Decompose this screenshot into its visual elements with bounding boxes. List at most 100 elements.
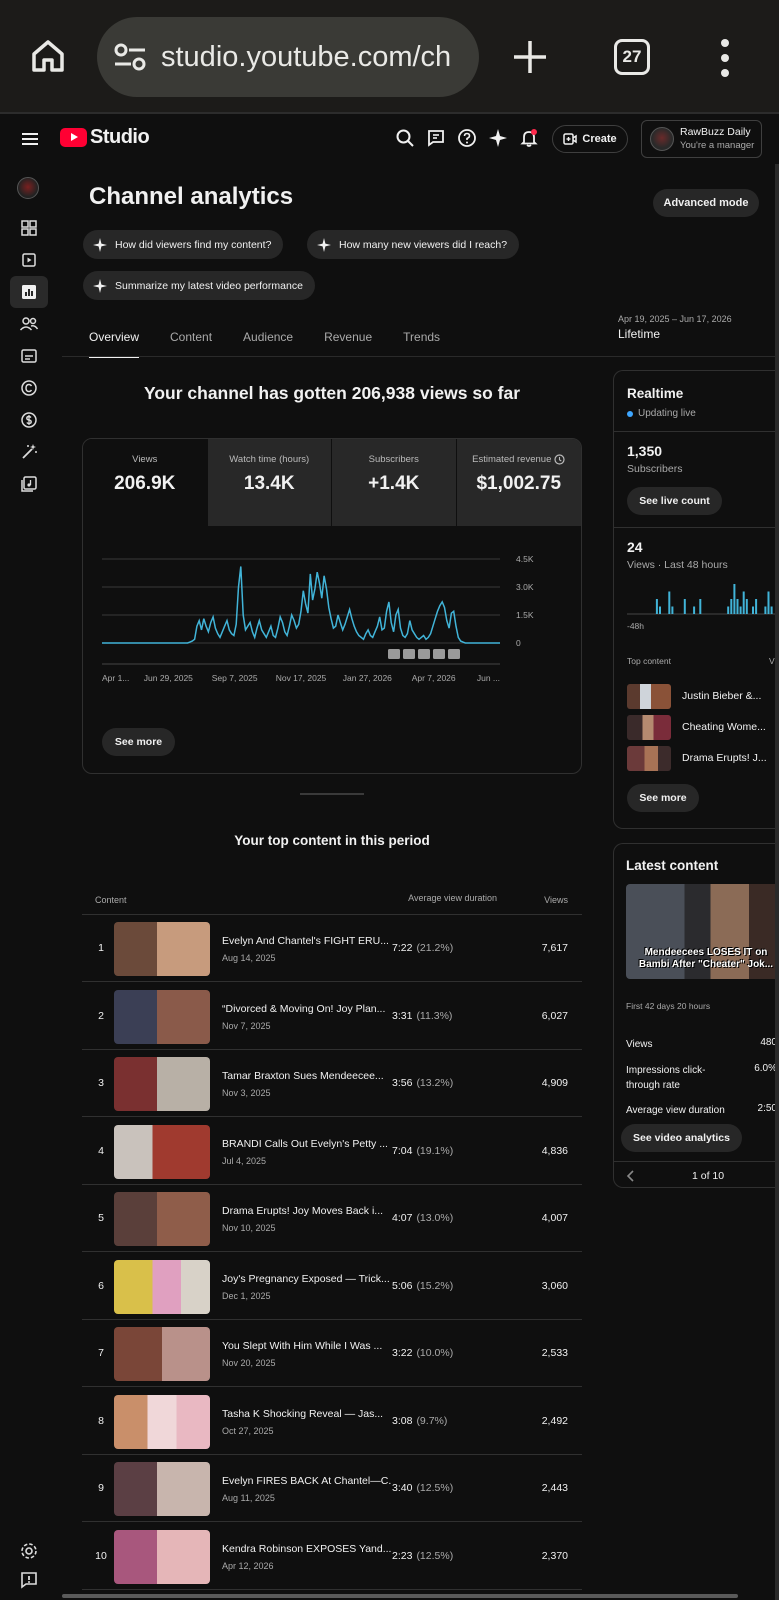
nav-dashboard-icon[interactable] xyxy=(10,212,48,244)
realtime-bar[interactable] xyxy=(655,599,658,614)
table-row[interactable]: 8 Tasha K Shocking Reveal — Jas... Oct 27,… xyxy=(82,1388,582,1455)
vertical-scrollbar[interactable] xyxy=(775,164,779,1600)
settings-icon[interactable] xyxy=(19,1541,39,1561)
see-more-button[interactable]: See more xyxy=(102,728,175,756)
views-line-chart[interactable]: 4.5K 3.0K 1.5K 0 Apr 1... Jun 29, 2025 Sep 7, … xyxy=(83,549,581,689)
studio-logo[interactable]: Studio xyxy=(60,126,150,149)
account-switcher[interactable]: RawBuzz Daily You're a manager xyxy=(641,120,762,158)
video-title[interactable]: Kendra Robinson EXPOSES Yand... xyxy=(222,1543,392,1555)
metric-tab-views[interactable]: Views 206.9K xyxy=(83,439,208,526)
horizontal-scrollbar[interactable] xyxy=(62,1594,738,1598)
video-title[interactable]: You Slept With Him While I Was ... xyxy=(222,1340,392,1352)
video-title[interactable]: Joy's Pregnancy Exposed — Trick... xyxy=(222,1273,392,1285)
ask-chip-new-viewers[interactable]: How many new viewers did I reach? xyxy=(307,230,520,259)
video-published-marker[interactable] xyxy=(433,649,445,659)
realtime-bar[interactable] xyxy=(668,591,671,615)
notifications-icon[interactable] xyxy=(519,128,539,148)
realtime-top-item[interactable]: Justin Bieber &... xyxy=(627,684,779,709)
video-title[interactable]: Tasha K Shocking Reveal — Jas... xyxy=(222,1408,392,1420)
table-row[interactable]: 4 BRANDI Calls Out Evelyn's Petty ... Jul … xyxy=(82,1118,582,1185)
col-views[interactable]: Views xyxy=(544,895,568,905)
video-thumbnail[interactable] xyxy=(114,1462,210,1516)
rail-channel-avatar[interactable] xyxy=(17,177,39,199)
help-icon[interactable] xyxy=(457,128,477,148)
video-published-marker[interactable] xyxy=(418,649,430,659)
video-thumbnail[interactable] xyxy=(114,922,210,976)
realtime-bar[interactable] xyxy=(733,584,736,614)
chevron-left-icon[interactable] xyxy=(626,1170,636,1182)
realtime-bar[interactable] xyxy=(671,606,674,615)
create-button[interactable]: Create xyxy=(552,125,628,153)
feedback-icon[interactable] xyxy=(426,128,446,148)
video-thumbnail[interactable] xyxy=(114,1394,210,1449)
tab-revenue[interactable]: Revenue xyxy=(324,330,372,358)
ask-chip-traffic[interactable]: How did viewers find my content? xyxy=(83,230,284,259)
realtime-bar[interactable] xyxy=(730,599,733,614)
video-thumbnail[interactable] xyxy=(114,1192,210,1246)
video-published-marker[interactable] xyxy=(388,649,400,659)
video-title[interactable]: Evelyn And Chantel's FIGHT ERU... xyxy=(222,935,392,947)
video-title[interactable]: “Divorced & Moving On! Joy Plan... xyxy=(222,1003,392,1015)
views-series-line[interactable] xyxy=(102,566,500,644)
realtime-bar-chart[interactable] xyxy=(627,576,779,616)
realtime-bar[interactable] xyxy=(699,599,702,614)
advanced-mode-button[interactable]: Advanced mode xyxy=(653,189,759,217)
metric-tab-revenue[interactable]: Estimated revenue $1,002.75 xyxy=(456,439,581,526)
realtime-bar[interactable] xyxy=(767,591,770,615)
col-avg-view-duration[interactable]: Average view duration xyxy=(397,891,497,905)
nav-copyright-icon[interactable] xyxy=(10,372,48,404)
video-published-marker[interactable] xyxy=(448,649,460,659)
nav-customization-icon[interactable] xyxy=(10,436,48,468)
realtime-top-item[interactable]: Cheating Wome... xyxy=(627,715,779,740)
realtime-bar[interactable] xyxy=(764,606,767,615)
table-row[interactable]: 10 Kendra Robinson EXPOSES Yand... Apr 12,… xyxy=(82,1523,582,1590)
realtime-bar[interactable] xyxy=(659,606,661,615)
realtime-bar[interactable] xyxy=(752,606,754,615)
table-row[interactable]: 5 Drama Erupts! Joy Moves Back i... Nov 10… xyxy=(82,1185,582,1252)
metric-tab-subscribers[interactable]: Subscribers +1.4K xyxy=(332,439,457,526)
see-video-analytics-button[interactable]: See video analytics xyxy=(621,1124,742,1152)
video-thumbnail[interactable] xyxy=(114,1529,210,1584)
video-title[interactable]: Tamar Braxton Sues Mendeecee... xyxy=(222,1070,392,1082)
table-row[interactable]: 9 Evelyn FIRES BACK At Chantel—C... Aug 11… xyxy=(82,1455,582,1522)
realtime-bar[interactable] xyxy=(693,606,696,615)
video-thumbnail[interactable] xyxy=(114,1259,210,1314)
more-vert-icon[interactable] xyxy=(718,38,732,78)
table-row[interactable]: 6 Joy's Pregnancy Exposed — Trick... Dec 1… xyxy=(82,1253,582,1320)
tab-content[interactable]: Content xyxy=(170,330,212,358)
send-feedback-icon[interactable] xyxy=(19,1570,39,1590)
realtime-bar[interactable] xyxy=(727,606,730,615)
video-thumbnail[interactable] xyxy=(114,1124,210,1179)
realtime-bar[interactable] xyxy=(736,599,739,614)
realtime-bar[interactable] xyxy=(739,606,742,615)
realtime-see-more-button[interactable]: See more xyxy=(627,784,699,812)
nav-earn-icon[interactable] xyxy=(10,404,48,436)
video-thumbnail[interactable] xyxy=(114,989,210,1044)
nav-content-icon[interactable] xyxy=(10,244,48,276)
video-published-marker[interactable] xyxy=(403,649,415,659)
nav-community-icon[interactable] xyxy=(10,308,48,340)
nav-subtitles-icon[interactable] xyxy=(10,340,48,372)
realtime-bar[interactable] xyxy=(770,606,773,615)
site-settings-icon[interactable] xyxy=(113,42,147,72)
realtime-bar[interactable] xyxy=(742,591,745,615)
realtime-bar[interactable] xyxy=(745,599,748,614)
realtime-top-item[interactable]: Drama Erupts! J... xyxy=(627,746,779,771)
new-tab-icon[interactable] xyxy=(511,38,549,76)
tab-switcher-button[interactable]: 27 xyxy=(614,39,650,75)
tab-overview[interactable]: Overview xyxy=(89,330,140,358)
tab-audience[interactable]: Audience xyxy=(243,330,293,358)
table-row[interactable]: 7 You Slept With Him While I Was ... Nov 2… xyxy=(82,1320,582,1387)
realtime-bar[interactable] xyxy=(683,599,686,614)
video-thumbnail[interactable] xyxy=(114,1327,210,1381)
search-icon[interactable] xyxy=(395,128,415,148)
table-row[interactable]: 3 Tamar Braxton Sues Mendeecee... Nov 3, 2… xyxy=(82,1050,582,1117)
nav-audio-library-icon[interactable] xyxy=(10,468,48,500)
metric-tab-watch-time[interactable]: Watch time (hours) 13.4K xyxy=(207,439,332,526)
nav-analytics-icon[interactable] xyxy=(10,276,48,308)
latest-video-thumbnail[interactable]: Mendeecees LOSES IT on Bambi After "Chea… xyxy=(626,884,779,979)
realtime-bar[interactable] xyxy=(755,599,758,614)
tab-trends[interactable]: Trends xyxy=(403,330,440,358)
see-live-count-button[interactable]: See live count xyxy=(627,487,722,515)
table-row[interactable]: 2 “Divorced & Moving On! Joy Plan... Nov 7… xyxy=(82,983,582,1050)
